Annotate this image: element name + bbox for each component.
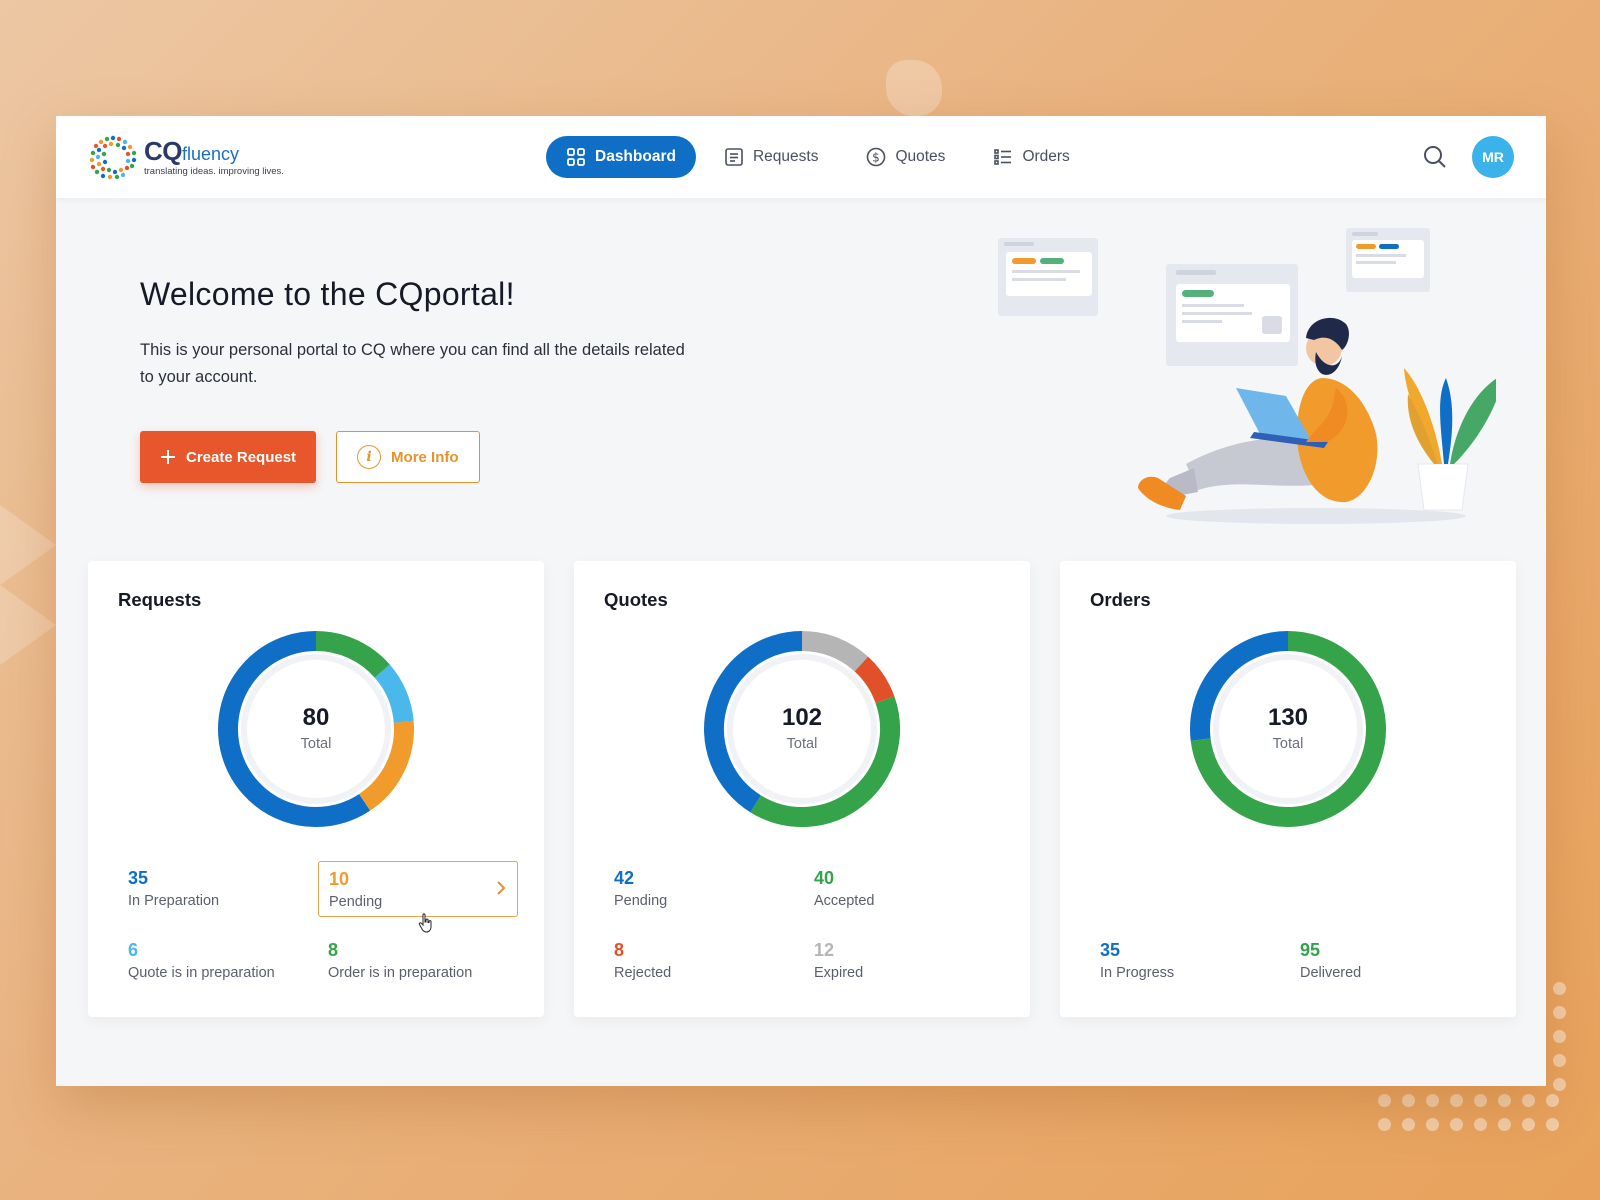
stat-number: 6 (128, 940, 139, 960)
dollar-icon: $ (867, 147, 886, 167)
stat-label: Quote is in preparation (128, 965, 275, 981)
brand-name-fluency: fluency (182, 143, 240, 164)
stat-label: Order is in preparation (328, 965, 473, 981)
search-icon[interactable] (1422, 144, 1448, 170)
welcome-section: Welcome to the CQportal! This is your pe… (140, 276, 760, 483)
grid-icon (567, 148, 585, 166)
stat-orders-in-progress[interactable]: 35 In Progress (1090, 933, 1290, 989)
requests-donut-chart (218, 631, 414, 827)
background-triangle (0, 585, 56, 665)
stat-label: Pending (614, 893, 668, 909)
stat-number: 8 (328, 940, 339, 960)
stat-label: Expired (814, 965, 864, 981)
background-triangle (0, 505, 56, 585)
svg-text:$: $ (873, 151, 881, 165)
nav-requests-label: Requests (752, 148, 819, 165)
info-icon: i (357, 445, 382, 469)
donut-inner-ring (241, 654, 391, 804)
stat-number: 95 (1300, 940, 1321, 960)
background-dots (1378, 1094, 1559, 1131)
orders-card: Orders 130 Total 35 In Progress 95 Deliv… (1060, 561, 1516, 1017)
stat-number: 35 (128, 868, 149, 888)
create-request-label: Create Request (186, 448, 297, 466)
background-dots (1553, 982, 1566, 1091)
stat-label: Accepted (814, 893, 875, 909)
nav-orders[interactable]: Orders (973, 136, 1089, 178)
stat-number: 35 (1100, 940, 1121, 960)
more-info-button[interactable]: i More Info (336, 431, 480, 483)
quotes-donut-chart (704, 631, 900, 827)
page-title: Welcome to the CQportal! (140, 276, 515, 312)
document-icon (725, 148, 743, 166)
donut-inner-ring (1213, 654, 1363, 804)
brand-tagline: translating ideas. improving lives. (144, 165, 284, 177)
stat-quotes-rejected[interactable]: 8 Rejected (604, 933, 804, 989)
quotes-card-title: Quotes (604, 589, 668, 610)
list-icon (994, 149, 1012, 165)
stat-order-in-preparation[interactable]: 8 Order is in preparation (318, 933, 518, 989)
stat-number: 8 (614, 940, 625, 960)
nav-requests[interactable]: Requests (704, 136, 838, 178)
donut-inner-ring (727, 654, 877, 804)
nav-dashboard[interactable]: Dashboard (546, 136, 696, 178)
stat-label: In Progress (1100, 965, 1175, 981)
more-info-label: More Info (391, 448, 459, 466)
main-nav: Dashboard Requests $ Quotes Orders (546, 136, 1090, 178)
hero-illustration (998, 228, 1496, 524)
stat-number: 42 (614, 868, 635, 888)
top-right-actions: MR (1422, 136, 1514, 178)
background-blob (886, 60, 942, 116)
chevron-right-icon (497, 881, 506, 895)
create-request-button[interactable]: Create Request (140, 431, 317, 483)
hand-cursor-icon (418, 913, 432, 933)
stat-quotes-pending[interactable]: 42 Pending (604, 861, 804, 917)
stat-label: Rejected (614, 965, 672, 981)
welcome-description: This is your personal portal to CQ where… (140, 341, 685, 386)
stat-orders-delivered[interactable]: 95 Delivered (1290, 933, 1490, 989)
stat-in-preparation[interactable]: 35 In Preparation (118, 861, 318, 917)
hero-actions: Create Request i More Info (140, 431, 760, 483)
stat-quotes-accepted[interactable]: 40 Accepted (804, 861, 1004, 917)
stat-quote-in-preparation[interactable]: 6 Quote is in preparation (118, 933, 318, 989)
nav-quotes-label: Quotes (895, 148, 946, 165)
summary-cards: Requests 80 Total 35 In Preparation 10 P… (88, 561, 1516, 1017)
nav-orders-label: Orders (1022, 148, 1070, 165)
orders-donut-chart (1190, 631, 1386, 827)
brand-logo[interactable]: CQfluency translating ideas. improving l… (88, 134, 318, 180)
stat-pending[interactable]: 10 Pending (318, 861, 518, 917)
stat-label: Delivered (1300, 965, 1362, 981)
stat-label: In Preparation (128, 893, 220, 909)
nav-quotes[interactable]: $ Quotes (846, 136, 965, 178)
stat-number: 40 (814, 868, 835, 888)
stat-number: 10 (329, 869, 350, 889)
quotes-card: Quotes 102 Total 42 Pending 40 Accepted … (574, 561, 1030, 1017)
requests-card: Requests 80 Total 35 In Preparation 10 P… (88, 561, 544, 1017)
top-navigation-bar: CQfluency translating ideas. improving l… (56, 116, 1546, 198)
stat-label: Pending (329, 894, 383, 910)
requests-card-title: Requests (118, 589, 202, 610)
plus-icon (161, 450, 175, 464)
stat-number: 12 (814, 940, 835, 960)
app-window: CQfluency translating ideas. improving l… (56, 116, 1546, 1086)
logo-mark-icon (89, 135, 137, 180)
nav-dashboard-label: Dashboard (595, 148, 676, 165)
brand-name: CQfluency (144, 138, 284, 164)
user-avatar[interactable]: MR (1472, 136, 1514, 178)
brand-name-cq: CQ (144, 135, 183, 166)
orders-card-title: Orders (1090, 589, 1151, 610)
stat-quotes-expired[interactable]: 12 Expired (804, 933, 1004, 989)
